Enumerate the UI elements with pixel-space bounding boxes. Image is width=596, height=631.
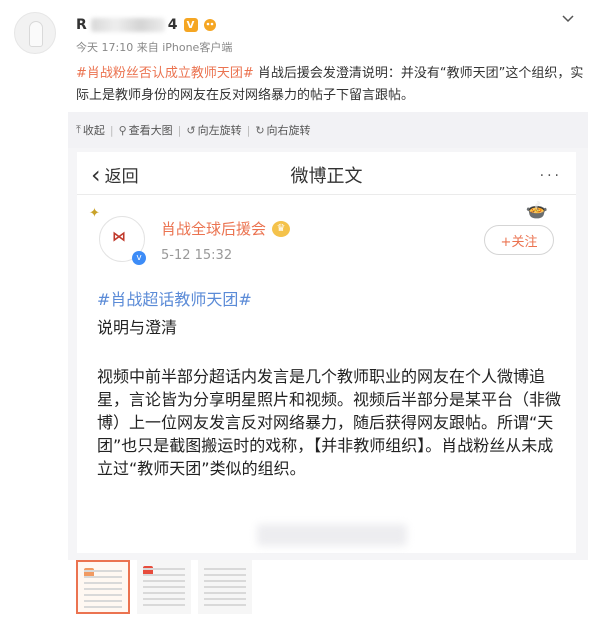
crown-icon: ♛ xyxy=(272,220,291,237)
rotate-left-button[interactable]: ↺ 向左旋转 | xyxy=(186,122,255,138)
verified-icon: v xyxy=(132,251,146,265)
screenshot-title: 微博正文 xyxy=(290,166,363,187)
author-logo-icon: ⋈ xyxy=(112,229,126,245)
rotate-right-button[interactable]: ↻ 向右旋转 xyxy=(255,122,310,138)
user-avatar[interactable] xyxy=(14,12,56,54)
rotate-right-label: 向右旋转 xyxy=(266,124,311,137)
bowl-icon: 🍲 xyxy=(525,200,548,221)
view-large-button[interactable]: ⚲ 查看大图 | xyxy=(119,122,187,138)
thumbnail-3[interactable] xyxy=(198,560,252,614)
magnify-icon: ⚲ xyxy=(118,123,127,137)
collapse-label: 收起 xyxy=(82,124,105,137)
username-prefix[interactable]: R xyxy=(76,17,87,33)
post-text: #肖战粉丝否认成立教师天团# 肖战后援会发澄清说明：并没有“教师天团”这个组织，… xyxy=(76,63,584,107)
card-time: 5-12 15:32 xyxy=(161,248,233,263)
verified-badge: V xyxy=(183,18,198,32)
topic-link[interactable]: #肖战粉丝否认成立教师天团# xyxy=(76,66,254,81)
card-subtitle: 说明与澄清 xyxy=(97,318,178,337)
post-meta: 今天 17:10 来自 iPhone客户端 xyxy=(76,41,233,54)
more-icon: ··· xyxy=(539,168,562,184)
thumbnail-2[interactable] xyxy=(137,560,191,614)
username-blurred xyxy=(90,18,165,32)
username-suffix[interactable]: 4 xyxy=(168,17,178,33)
thumbnail-1[interactable] xyxy=(76,560,130,614)
rotate-right-icon: ↻ xyxy=(255,123,265,137)
rotate-left-icon: ↺ xyxy=(186,123,196,137)
author-name: 肖战全球后援会 ♛ xyxy=(161,218,291,239)
post-header: R 4 V 今天 17:10 来自 iPhone客户端 xyxy=(0,0,596,60)
author-avatar: ⋈ v xyxy=(99,216,146,265)
card-topic: #肖战超话教师天团# xyxy=(97,290,252,309)
username[interactable]: R 4 V xyxy=(76,17,218,33)
rotate-left-label: 向左旋转 xyxy=(197,124,242,137)
member-badge-icon xyxy=(202,18,218,32)
embedded-screenshot[interactable]: ‹ 返回 微博正文 ··· ✦ ⋈ v 肖战全球后援会 ♛ 5-12 15:32 🍲… xyxy=(77,152,576,553)
image-toolbar: ⤒ 收起 | ⚲ 查看大图 | ↺ 向左旋转 | ↻ 向右旋转 xyxy=(76,122,311,138)
watermark-blur xyxy=(257,524,407,546)
thumbnail-strip xyxy=(76,560,259,614)
view-large-label: 查看大图 xyxy=(128,124,173,137)
author-label: 肖战全球后援会 xyxy=(161,220,267,238)
sparkle-icon: ✦ xyxy=(89,206,100,221)
collapse-button[interactable]: ⤒ 收起 | xyxy=(76,122,119,138)
follow-button: +关注 xyxy=(484,225,554,255)
chevron-down-icon[interactable] xyxy=(562,13,574,25)
arrow-up-icon: ⤒ xyxy=(76,123,81,136)
card-body: 视频中前半部分超话内发言是几个教师职业的网友在个人微博追星，言论皆为分享明星照片… xyxy=(97,367,562,478)
screenshot-nav: ‹ 返回 微博正文 ··· xyxy=(77,152,576,195)
